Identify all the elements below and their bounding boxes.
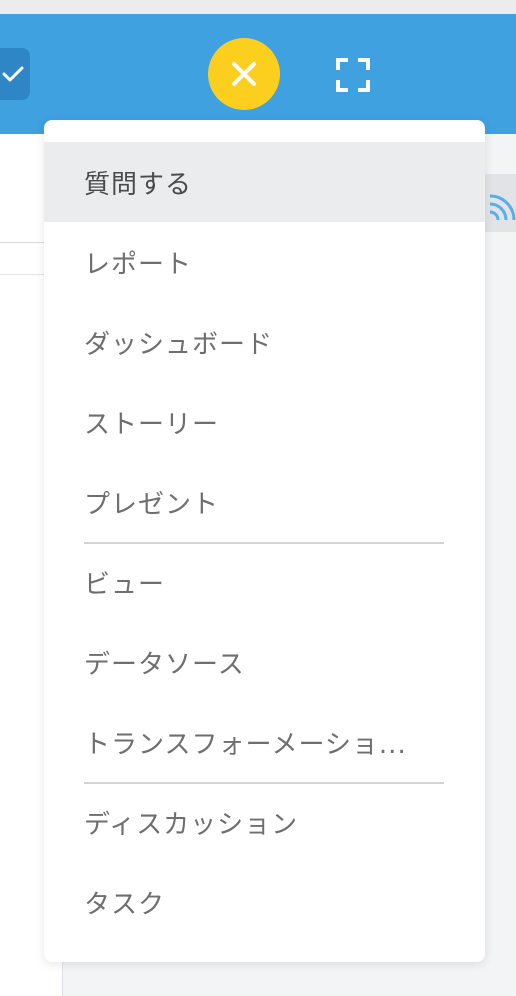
close-icon	[232, 62, 256, 86]
fullscreen-button[interactable]	[330, 52, 376, 98]
menu-item-view[interactable]: ビュー	[44, 542, 485, 622]
menu-item-discussion[interactable]: ディスカッション	[44, 782, 485, 862]
close-menu-button[interactable]	[208, 38, 280, 110]
background-divider	[0, 242, 44, 243]
menu-item-label: レポート	[84, 249, 193, 280]
menu-item-label: ダッシュボード	[84, 329, 274, 360]
menu-item-data-source[interactable]: データソース	[44, 622, 485, 702]
menu-item-label: データソース	[84, 649, 245, 680]
create-menu: 質問する レポート ダッシュボード ストーリー プレゼント ビュー データソース…	[44, 120, 485, 962]
menu-item-label: ディスカッション	[84, 809, 299, 840]
menu-item-report[interactable]: レポート	[44, 222, 485, 302]
top-strip	[0, 0, 516, 14]
check-icon	[2, 66, 24, 82]
menu-item-task[interactable]: タスク	[44, 862, 485, 942]
fullscreen-icon	[336, 58, 370, 92]
menu-item-label: トランスフォーメーショ...	[84, 729, 407, 760]
menu-item-label: タスク	[84, 889, 166, 920]
menu-item-dashboard[interactable]: ダッシュボード	[44, 302, 485, 382]
menu-item-story[interactable]: ストーリー	[44, 382, 485, 462]
wifi-icon	[489, 194, 516, 221]
menu-item-label: ストーリー	[84, 409, 220, 440]
menu-item-transformation[interactable]: トランスフォーメーショ...	[44, 702, 485, 782]
background-divider	[0, 274, 44, 275]
menu-item-presentation[interactable]: プレゼント	[44, 462, 485, 542]
menu-item-label: 質問する	[84, 169, 193, 200]
confirm-button[interactable]	[0, 48, 30, 100]
menu-item-label: プレゼント	[84, 489, 220, 520]
menu-item-ask-question[interactable]: 質問する	[44, 142, 485, 222]
menu-item-label: ビュー	[84, 569, 166, 600]
